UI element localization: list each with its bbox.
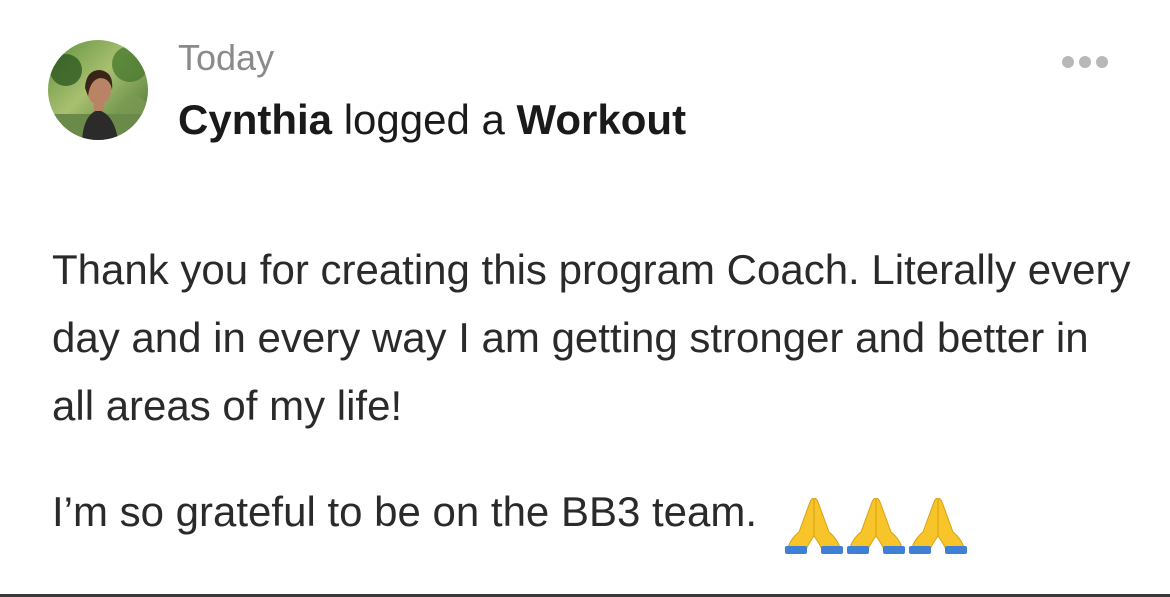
message-paragraph-text: I’m so grateful to be on the BB3 team. [52,488,758,535]
message-paragraph: I’m so grateful to be on the BB3 team. [52,478,1132,556]
author-avatar[interactable] [48,40,148,140]
author-name-link[interactable]: Cynthia [178,96,332,143]
emoji-group [783,488,969,556]
post-message: Thank you for creating this program Coac… [52,236,1132,556]
action-verb: logged a [343,96,505,143]
post-headline: Cynthia logged a Workout [178,94,686,146]
activity-type-link[interactable]: Workout [517,96,687,143]
activity-post-card: Today Cynthia logged a Workout Thank you… [0,0,1170,597]
folded-hands-icon [785,497,968,554]
message-paragraph: Thank you for creating this program Coac… [52,246,1131,429]
avatar-photo-icon [48,40,148,140]
post-timestamp: Today [178,37,275,78]
ellipsis-horizontal-icon [1062,56,1108,68]
more-options-button[interactable] [1050,44,1120,80]
